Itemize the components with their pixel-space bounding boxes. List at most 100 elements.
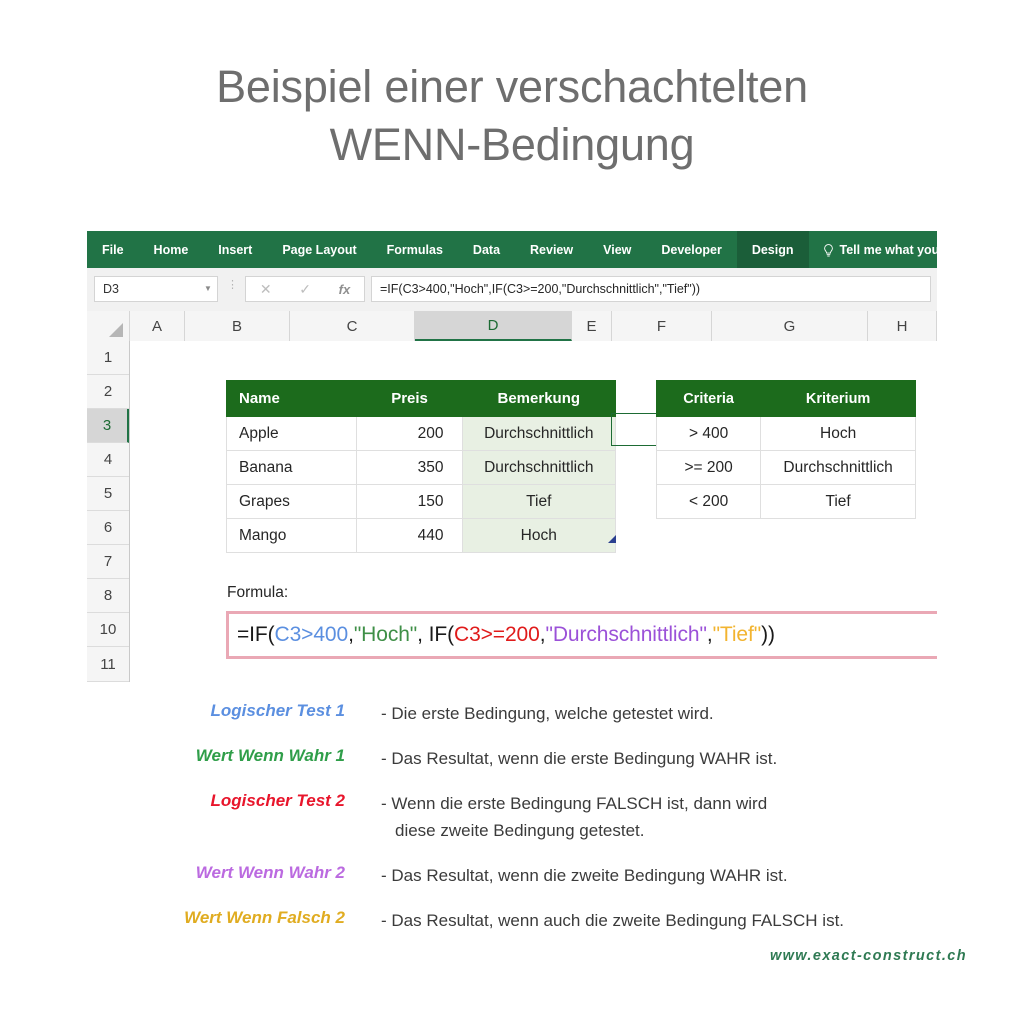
legend-item: Wert Wenn Falsch 2 - Das Resultat, wenn a… [0,907,1024,934]
column-header-d[interactable]: D [415,311,572,341]
row-header-1[interactable]: 1 [87,341,129,375]
ribbon-tab-formulas[interactable]: Formulas [372,231,458,268]
ribbon-tab-view[interactable]: View [588,231,646,268]
table-row: Mango 440 Hoch [226,518,617,553]
column-header-c[interactable]: C [290,311,415,341]
cell-preis[interactable]: 200 [355,416,463,451]
cell-name[interactable]: Grapes [226,484,357,519]
cancel-x-icon[interactable]: ✕ [260,282,272,296]
cell-name[interactable]: Mango [226,518,357,553]
legend-item: Logischer Test 2 - Wenn die erste Bedingu… [0,790,1024,844]
formula-input[interactable]: =IF(C3>400,"Hoch",IF(C3>=200,"Durchschni… [371,276,931,302]
row-header-3[interactable]: 3 [87,409,129,443]
ribbon-tab-file[interactable]: File [87,231,139,268]
column-header-preis: Preis [355,380,463,417]
cell-preis[interactable]: 350 [355,450,463,485]
ribbon-tab-page-layout[interactable]: Page Layout [267,231,371,268]
table-header-row: Name Preis Bemerkung [226,380,617,417]
row-header-2[interactable]: 2 [87,375,129,409]
ribbon-tab-developer[interactable]: Developer [646,231,736,268]
formula-part-value-if-false-2: "Tief" [712,623,762,646]
check-icon[interactable]: ✓ [299,282,311,296]
fx-icon[interactable]: fx [339,283,351,296]
cell-criteria[interactable]: > 400 [655,416,762,451]
column-header-row: ABCDEFGH [87,311,937,342]
column-header-g[interactable]: G [712,311,868,341]
cell-bemerkung[interactable]: Durchschnittlich [461,450,617,485]
legend-description-line-1: - Die erste Bedingung, welche getestet w… [381,704,714,723]
cell-bemerkung[interactable]: Tief [461,484,617,519]
legend-label: Logischer Test 1 [210,701,345,720]
tell-me-search[interactable]: Tell me what you [809,243,937,257]
legend-label: Wert Wenn Wahr 2 [195,863,345,882]
cell-kriterium[interactable]: Tief [760,484,916,519]
table-row: Grapes 150 Tief [226,484,617,519]
criteria-row: < 200 Tief [655,484,916,519]
column-header-bemerkung: Bemerkung [461,380,617,417]
formula-part-logical-test-2: C3>=200 [454,623,540,646]
column-header-kriterium: Kriterium [760,380,916,417]
table-row: Banana 350 Durchschnittlich [226,450,617,485]
column-header-b[interactable]: B [185,311,290,341]
legend-label: Wert Wenn Wahr 1 [195,746,345,765]
formula-part-close: )) [761,623,775,646]
formula-bar-grip: ⋮ [227,279,238,291]
legend-description: - Das Resultat, wenn die zweite Bedingun… [381,862,788,889]
ribbon-tab-home[interactable]: Home [139,231,204,268]
formula-bar-buttons: ✕ ✓ fx [245,276,365,302]
column-header-f[interactable]: F [612,311,712,341]
tell-me-label: Tell me what you [839,242,937,257]
row-header-6[interactable]: 6 [87,511,129,545]
page-title: Beispiel einer verschachtelten WENN-Bedi… [0,58,1024,174]
formula-part-if-open: =IF( [237,623,275,646]
legend-label: Wert Wenn Falsch 2 [184,908,345,927]
formula-highlight-box: =IF( C3>400, "Hoch", IF( C3>=200, "Durch… [226,611,937,659]
cell-bemerkung[interactable]: Durchschnittlich [461,416,617,451]
ribbon-tab-data[interactable]: Data [458,231,515,268]
cell-preis[interactable]: 150 [355,484,463,519]
formula-part-logical-test-1: C3>400 [274,623,349,646]
formula-part-value-if-true-1: "Hoch" [353,623,418,646]
excel-ribbon: File Home Insert Page Layout Formulas Data Rev… [87,231,937,268]
name-box[interactable]: D3 ▼ [94,276,218,302]
chevron-down-icon[interactable]: ▼ [199,285,217,293]
ribbon-tab-review[interactable]: Review [515,231,588,268]
column-header-e[interactable]: E [572,311,612,341]
page-title-line-2: WENN-Bedingung [329,119,695,170]
cell-name[interactable]: Apple [226,416,357,451]
cell-name[interactable]: Banana [226,450,357,485]
legend-description: - Wenn die erste Bedingung FALSCH ist, d… [381,790,767,844]
cell-criteria[interactable]: < 200 [655,484,762,519]
formula-part-value-if-true-2: "Durchschnittlich" [545,623,707,646]
row-header-11[interactable]: 11 [87,647,129,682]
legend-label: Logischer Test 2 [210,791,345,810]
ribbon-tab-list: File Home Insert Page Layout Formulas Data Rev… [87,231,937,268]
select-all-corner[interactable] [87,311,130,341]
cell-criteria[interactable]: >= 200 [655,450,762,485]
cell-preis[interactable]: 440 [355,518,463,553]
legend-description-line-1: - Das Resultat, wenn die erste Bedingung… [381,749,778,768]
legend-description-line-1: - Das Resultat, wenn die zweite Bedingun… [381,866,788,885]
spreadsheet-grid: Name Preis Bemerkung Apple 200 Durchschnit… [130,341,937,682]
ribbon-tab-insert[interactable]: Insert [203,231,267,268]
website-footer: www.exact-construct.ch [769,948,967,964]
fruit-price-table: Name Preis Bemerkung Apple 200 Durchschnit… [226,380,617,553]
table-resize-handle-icon[interactable] [608,535,616,543]
cell-bemerkung[interactable]: Hoch [461,518,617,553]
column-header-h[interactable]: H [868,311,937,341]
criteria-table: Criteria Kriterium > 400 Hoch >= 200 Durchs… [655,380,916,519]
legend-item: Wert Wenn Wahr 2 - Das Resultat, wenn die… [0,862,1024,889]
column-header-a[interactable]: A [130,311,185,341]
name-box-value: D3 [103,282,119,296]
row-header-5[interactable]: 5 [87,477,129,511]
legend-item: Wert Wenn Wahr 1 - Das Resultat, wenn die… [0,745,1024,772]
row-header-7[interactable]: 7 [87,545,129,579]
row-header-4[interactable]: 4 [87,443,129,477]
cell-kriterium[interactable]: Durchschnittlich [760,450,916,485]
cell-kriterium[interactable]: Hoch [760,416,916,451]
criteria-header-row: Criteria Kriterium [655,380,916,417]
criteria-row: >= 200 Durchschnittlich [655,450,916,485]
ribbon-tab-design[interactable]: Design [736,231,809,268]
row-header-8[interactable]: 8 [87,579,129,613]
row-header-10[interactable]: 10 [87,613,129,647]
